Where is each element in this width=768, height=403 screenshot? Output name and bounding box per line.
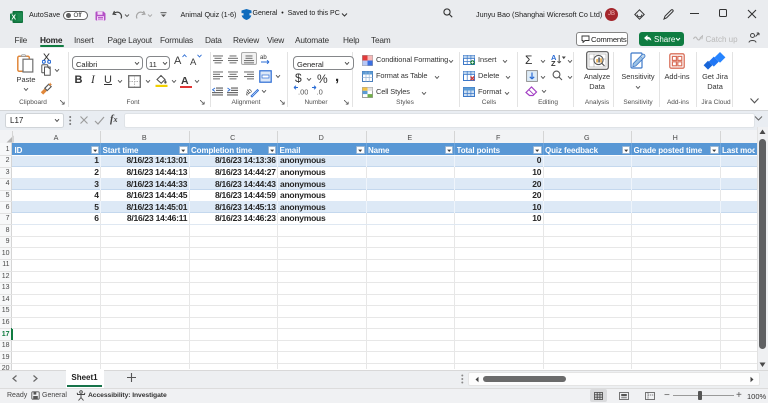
svg-text:ab: ab — [260, 55, 267, 61]
svg-text:.00: .00 — [298, 87, 308, 96]
svg-text:.0: .0 — [317, 87, 323, 96]
svg-text:X: X — [11, 15, 16, 22]
svg-text:Z: Z — [551, 59, 556, 66]
